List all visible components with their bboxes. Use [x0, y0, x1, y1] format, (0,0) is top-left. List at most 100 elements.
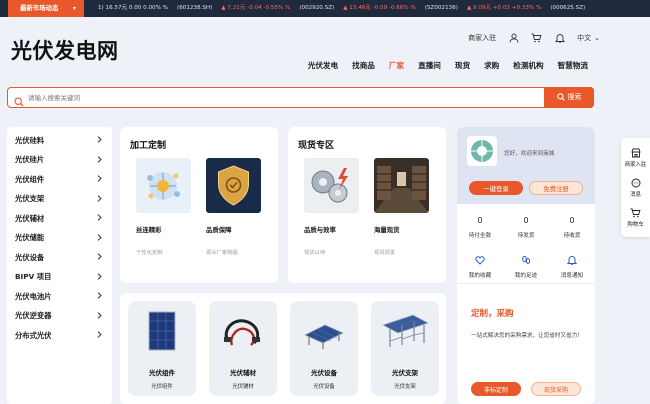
process-item-sub: 源头厂家制造 — [206, 250, 238, 256]
quick-history[interactable]: 我的足迹 — [506, 250, 546, 279]
float-message[interactable]: 消息 — [621, 178, 650, 198]
category-item[interactable]: 光伏硅料 — [7, 131, 112, 151]
cable-image — [218, 311, 268, 351]
nav-item[interactable]: 光伏发电 — [308, 60, 338, 71]
category-label: 光伏辅材 — [15, 213, 45, 223]
stat-pending-payment[interactable]: 0 待付全款 — [460, 216, 500, 239]
category-label: 光伏组件 — [15, 174, 45, 184]
stat-pending-shipment[interactable]: 0 待发货 — [506, 216, 546, 239]
stock-card: 现货专区 品质与效率 现货以待 海量现货 现货现发 — [288, 127, 446, 283]
product-tile-sub: 光伏支架 — [394, 384, 416, 390]
nav-item[interactable]: 检测机构 — [513, 60, 543, 71]
category-item[interactable]: 光伏硅片 — [7, 151, 112, 171]
stock-card-title[interactable]: 现货专区 — [298, 138, 334, 151]
nav-item[interactable]: 现货 — [455, 60, 470, 71]
chevron-down-icon: ⌄ — [594, 33, 600, 42]
quick-label: 我的足迹 — [514, 273, 538, 279]
chevron-right-icon — [97, 194, 102, 204]
category-item[interactable]: 光伏设备 — [7, 248, 112, 268]
nav-item[interactable]: 直播间 — [418, 60, 441, 71]
category-item[interactable]: 光伏逆变器 — [7, 307, 112, 327]
product-tile[interactable]: 光伏辅材 光伏辅材 — [209, 301, 277, 396]
cart-icon — [630, 208, 641, 218]
category-item[interactable]: 分布式光伏 — [7, 326, 112, 346]
process-item[interactable]: 品质保障 源头厂家制造 — [206, 158, 266, 256]
language-select[interactable]: 中文 ⌄ — [577, 33, 600, 43]
chevron-right-icon — [97, 136, 102, 145]
category-label: BIPV 项目 — [15, 272, 52, 282]
float-merchant[interactable]: 商家入驻 — [621, 148, 650, 168]
register-button[interactable]: 免费注册 — [529, 181, 583, 195]
product-tile[interactable]: 光伏组件 光伏组件 — [128, 301, 196, 396]
stat-label: 待付全款 — [468, 233, 492, 239]
category-item[interactable]: 光伏储能 — [7, 229, 112, 249]
process-item-title: 品质保障 — [206, 226, 232, 234]
equipment-image — [299, 311, 349, 351]
process-item-image — [206, 158, 261, 213]
chevron-right-icon — [97, 331, 102, 340]
category-item[interactable]: 光伏电池片 — [7, 287, 112, 307]
floating-toolbar: 商家入驻 消息 购物车 — [621, 138, 650, 237]
market-ticker: 最新市场动态 ▾ 1) 16.57元 0.00 0.00% % (601238.S… — [0, 0, 650, 17]
nav-item[interactable]: 厂家 — [389, 60, 404, 71]
store-icon — [630, 148, 641, 158]
ticker-item-text: ▲ 7.21元 -0.04 -0.55% % — [221, 5, 291, 11]
stock-item-title: 品质与效率 — [304, 226, 336, 234]
product-tile-sub: 光伏辅材 — [232, 384, 254, 390]
login-button[interactable]: 一键登录 — [469, 181, 523, 195]
ticker-badge-label: 最新市场动态 — [20, 4, 59, 12]
site-logo[interactable]: 光伏发电网 — [11, 35, 119, 65]
ticker-item: ▲ 9.09元 +0.03 +0.33% % — [467, 0, 541, 17]
category-item[interactable]: BIPV 项目 — [7, 268, 112, 288]
category-item[interactable]: 光伏组件 — [7, 170, 112, 190]
avatar[interactable] — [467, 136, 497, 166]
chevron-down-icon: ▾ — [72, 5, 76, 12]
product-tile-title: 光伏设备 — [311, 369, 337, 377]
product-tile[interactable]: 光伏设备 光伏设备 — [290, 301, 358, 396]
product-tile-title: 光伏辅材 — [230, 369, 256, 377]
search-button-label: 搜索 — [567, 93, 582, 102]
search-button[interactable]: 搜索 — [544, 86, 594, 108]
language-label: 中文 — [577, 33, 592, 42]
float-cart[interactable]: 购物车 — [621, 208, 650, 228]
stock-purchase-button[interactable]: 现货采购 — [531, 382, 581, 396]
user-icon[interactable] — [508, 32, 519, 43]
ticker-badge[interactable]: 最新市场动态 ▾ — [8, 0, 84, 17]
quick-notifications[interactable]: 消息通知 — [552, 250, 592, 279]
category-item[interactable]: 光伏支架 — [7, 190, 112, 210]
message-icon — [631, 178, 640, 188]
process-card-title[interactable]: 加工定制 — [130, 138, 166, 151]
cart-icon[interactable] — [531, 32, 542, 43]
custom-order-button[interactable]: 非标定制 — [471, 382, 521, 396]
product-tile-sub: 光伏组件 — [151, 384, 173, 390]
category-label: 光伏逆变器 — [15, 311, 52, 321]
category-item[interactable]: 光伏辅材 — [7, 209, 112, 229]
search-input[interactable] — [28, 90, 528, 105]
process-card: 加工定制 丝连精彩 个性化定制 品质保障 源头厂家制造 — [120, 127, 278, 283]
solar-panel-image — [137, 311, 187, 351]
nav-item[interactable]: 求购 — [484, 60, 499, 71]
stat-pending-receipt[interactable]: 0 待收货 — [552, 216, 592, 239]
chevron-right-icon — [97, 175, 102, 184]
stat-label: 待发货 — [517, 233, 535, 239]
merchant-link[interactable]: 商家入驻 — [468, 33, 496, 43]
category-label: 光伏硅料 — [15, 135, 45, 145]
product-tile[interactable]: 光伏支架 光伏支架 — [371, 301, 439, 396]
stat-count: 0 — [477, 216, 483, 225]
nav-item[interactable]: 找商品 — [352, 60, 375, 71]
quick-favorites[interactable]: 我的收藏 — [460, 250, 500, 279]
mounting-bracket-image — [380, 311, 430, 351]
heart-icon — [475, 256, 485, 265]
ticker-item: (601238.SH) — [177, 0, 212, 17]
bell-icon[interactable] — [554, 32, 565, 43]
process-item[interactable]: 丝连精彩 个性化定制 — [136, 158, 196, 256]
ticker-item: (SZ002136) — [425, 0, 458, 17]
chevron-right-icon — [97, 311, 102, 321]
stock-item[interactable]: 品质与效率 现货以待 — [304, 158, 364, 256]
stock-item[interactable]: 海量现货 现货现发 — [374, 158, 434, 256]
category-label: 光伏电池片 — [15, 291, 52, 301]
quick-label: 消息通知 — [560, 273, 584, 279]
ticker-item: 1) 16.57元 0.00 0.00% % — [98, 0, 168, 17]
ticker-item-text: (601238.SH) — [177, 5, 213, 11]
nav-item[interactable]: 智慧物流 — [558, 60, 588, 71]
